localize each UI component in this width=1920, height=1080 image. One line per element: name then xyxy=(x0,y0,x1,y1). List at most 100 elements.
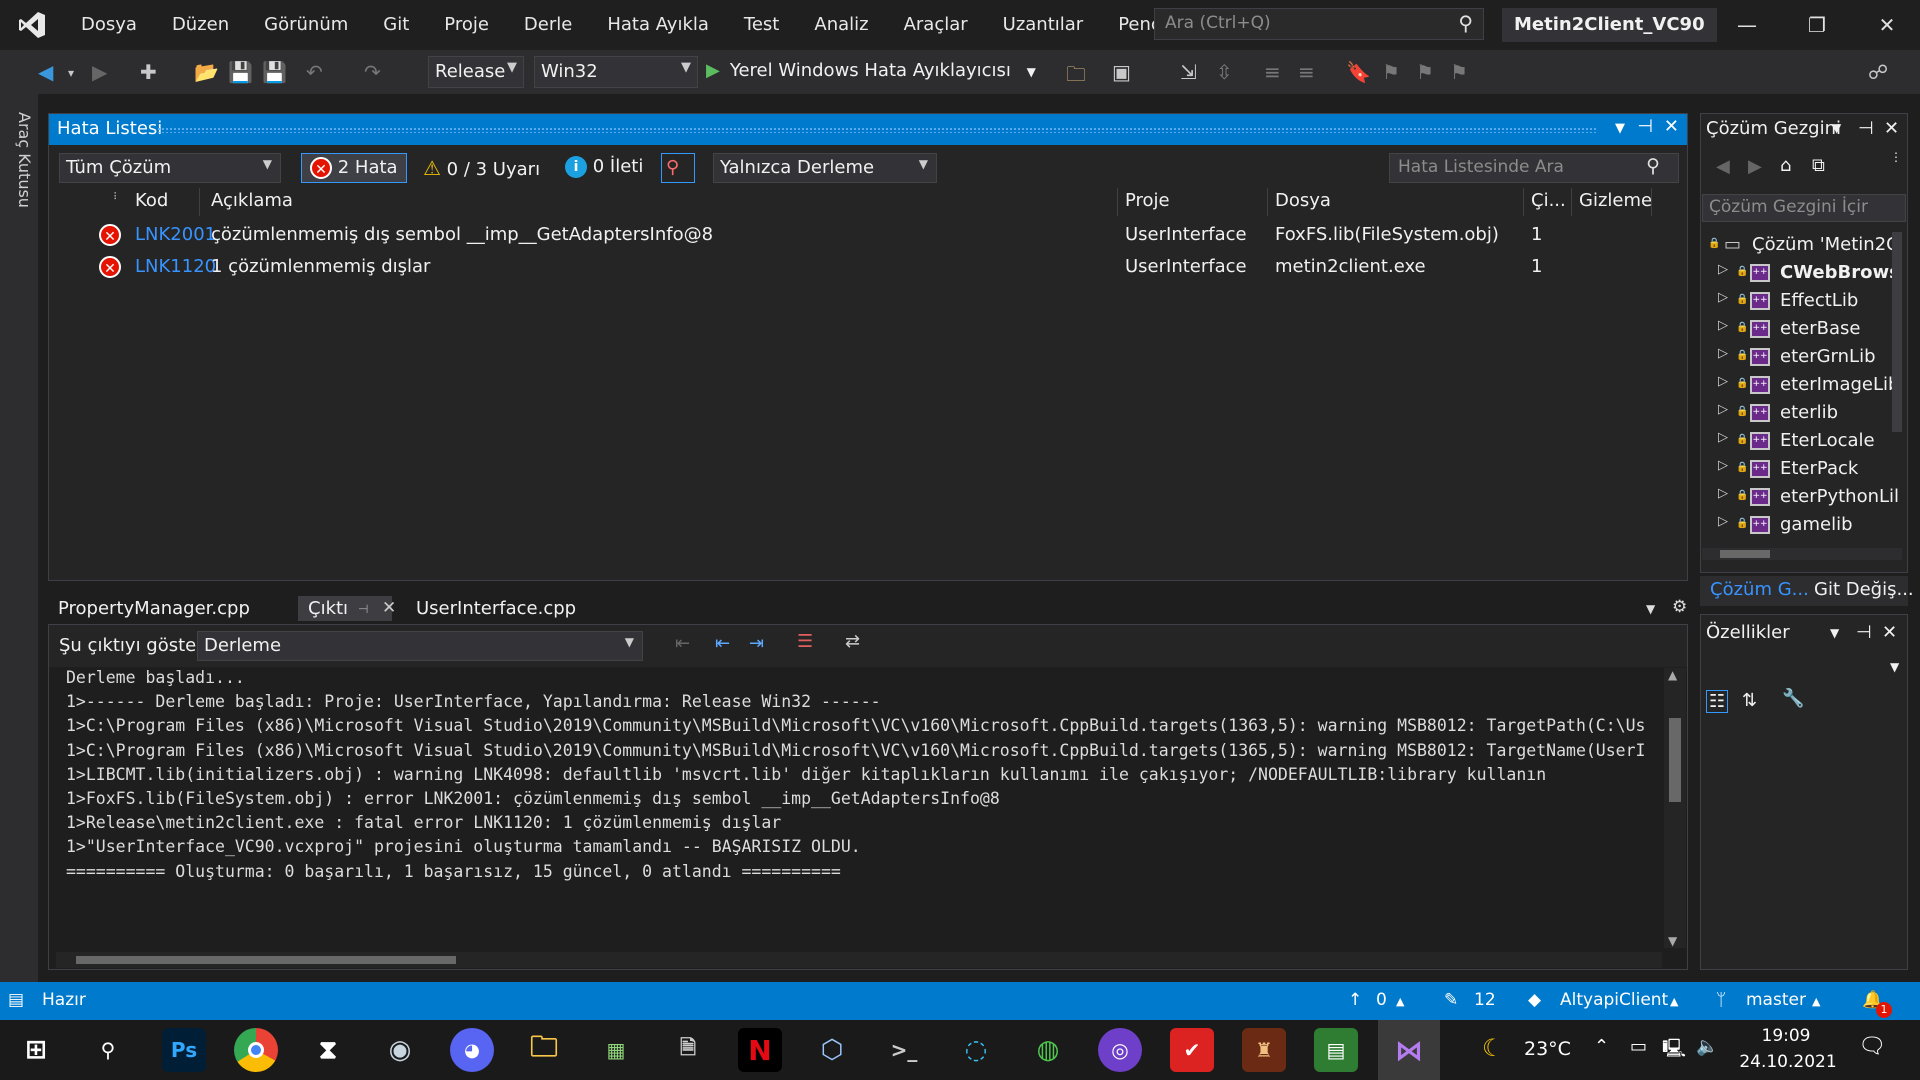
chrome-icon[interactable] xyxy=(234,1028,278,1072)
column-header-line[interactable]: Çi... xyxy=(1531,190,1566,211)
chevron-up-icon[interactable]: ▲ xyxy=(1812,995,1820,1008)
menu-git[interactable]: Git xyxy=(366,0,427,50)
menu-analyze[interactable]: Analiz xyxy=(797,0,886,50)
action-center-icon[interactable]: 🗨 xyxy=(1858,1034,1886,1059)
restore-icon[interactable]: ❐ xyxy=(1782,0,1852,50)
tab-overflow-icon[interactable]: ▼ xyxy=(1646,602,1655,616)
red-app-icon[interactable]: ✔ xyxy=(1170,1028,1214,1072)
expand-icon[interactable]: ▷ xyxy=(1718,318,1728,333)
solution-folder-icon[interactable]: 🗀 xyxy=(1066,60,1086,94)
prev-bookmark-icon[interactable]: ⚑ xyxy=(1382,60,1400,84)
output-source-dropdown[interactable]: Derleme ▼ xyxy=(197,631,643,661)
solution-search-input[interactable]: Çözüm Gezgini İçir xyxy=(1702,194,1906,222)
clock-date[interactable]: 24.10.2021 xyxy=(1738,1052,1838,1072)
close-icon[interactable]: ✕ xyxy=(1664,116,1679,137)
save-icon[interactable]: 💾 xyxy=(228,60,253,84)
switch-views-icon[interactable]: ⧉ xyxy=(1812,155,1825,176)
home-icon[interactable]: ⌂ xyxy=(1780,155,1791,176)
close-icon[interactable]: ✕ xyxy=(1852,0,1920,50)
menu-edit[interactable]: Düzen xyxy=(155,0,247,50)
column-header-project[interactable]: Proje xyxy=(1125,190,1170,211)
branch-name[interactable]: master xyxy=(1746,990,1806,1010)
scrollbar-thumb[interactable] xyxy=(1720,550,1770,558)
clear-bookmarks-icon[interactable]: ⚑ xyxy=(1450,60,1468,84)
menu-project[interactable]: Proje xyxy=(427,0,507,50)
app-installer-icon[interactable]: ▦ xyxy=(594,1028,638,1072)
column-header-code[interactable]: Kod xyxy=(135,190,168,211)
next-bookmark-icon[interactable]: ⚑ xyxy=(1416,60,1434,84)
horizontal-scrollbar[interactable] xyxy=(1702,548,1902,560)
pin-icon[interactable]: ⊣ xyxy=(1856,622,1872,643)
menu-extensions[interactable]: Uzantılar xyxy=(986,0,1102,50)
object-dropdown-icon[interactable]: ▼ xyxy=(1890,660,1899,674)
tab-git-changes[interactable]: Git Değiş... xyxy=(1814,579,1914,600)
scrollbar-thumb[interactable] xyxy=(1669,718,1681,802)
vertical-scrollbar[interactable] xyxy=(1892,232,1902,432)
errors-filter-toggle[interactable]: ✕ 2 Hata xyxy=(301,153,407,183)
pencil-icon[interactable]: ✎ xyxy=(1444,990,1458,1010)
new-project-icon[interactable]: ✚ xyxy=(140,60,157,84)
pin-icon[interactable]: ⊣ xyxy=(1637,116,1653,137)
find-message-icon[interactable]: ⇤ xyxy=(675,633,690,654)
scope-dropdown[interactable]: Tüm Çözüm ▼ xyxy=(59,153,281,183)
virtualbox-icon[interactable]: ⬡ xyxy=(810,1028,854,1072)
warnings-filter-toggle[interactable]: ⚠ 0 / 3 Uyarı xyxy=(415,153,548,183)
uncomment-icon[interactable]: ≡ xyxy=(1298,60,1315,84)
scroll-down-icon[interactable]: ▼ xyxy=(1668,934,1677,948)
scrollbar-thumb[interactable] xyxy=(76,956,456,964)
output-vertical-scrollbar[interactable]: ▲ ▼ xyxy=(1664,668,1686,948)
column-chooser-icon[interactable]: ⠇ xyxy=(113,192,120,203)
expand-icon[interactable]: ▷ xyxy=(1718,374,1728,389)
error-code-link[interactable]: LNK1120 xyxy=(135,256,216,277)
search-input[interactable]: Ara (Ctrl+Q) ⚲ xyxy=(1154,8,1484,40)
error-list-search-input[interactable]: Hata Listesinde Ara ⚲ xyxy=(1389,153,1679,183)
bookmark-icon[interactable]: 🔖 xyxy=(1346,60,1371,84)
steam-icon[interactable]: ◉ xyxy=(378,1028,422,1072)
dropdown-arrow-icon[interactable]: ▾ xyxy=(68,66,74,80)
repository-icon[interactable]: ◆ xyxy=(1528,990,1541,1010)
browser-link-icon[interactable]: ▣ xyxy=(1112,60,1131,84)
terminal-icon[interactable]: >_ xyxy=(882,1028,926,1072)
branch-icon[interactable]: ᛘ xyxy=(1716,990,1726,1010)
edge-dev-icon[interactable]: ◌ xyxy=(954,1028,998,1072)
pin-icon[interactable]: ⊣ xyxy=(358,602,368,616)
search-icon[interactable]: ⚲ xyxy=(86,1028,130,1072)
output-text[interactable]: Derleme başladı... 1>------ Derleme başla… xyxy=(66,666,1662,946)
error-row[interactable]: ✕ LNK1120 1 çözümlenmemiş dışlar UserInt… xyxy=(49,252,1689,284)
tab-property-manager[interactable]: PropertyManager.cpp xyxy=(48,596,260,621)
platform-dropdown[interactable]: Win32 ▼ xyxy=(534,56,698,88)
solution-root[interactable]: 🔒 ▭ Çözüm 'Metin2C xyxy=(1700,232,1900,260)
comment-icon[interactable]: ≡ xyxy=(1264,60,1281,84)
menu-tools[interactable]: Araçlar xyxy=(887,0,986,50)
chevron-up-icon[interactable]: ▲ xyxy=(1670,995,1678,1008)
tab-user-interface[interactable]: UserInterface.cpp xyxy=(406,596,586,621)
output-horizontal-scrollbar[interactable] xyxy=(56,952,1662,968)
prev-message-icon[interactable]: ⇤ xyxy=(715,633,730,654)
open-folder-icon[interactable]: 📂 xyxy=(194,60,219,84)
game-client-icon[interactable]: ♜ xyxy=(1242,1028,1286,1072)
document-viewer-icon[interactable]: 🗎 xyxy=(666,1028,710,1072)
hourglass-app-icon[interactable]: ⧗ xyxy=(306,1028,350,1072)
step-over-icon[interactable]: ⇳ xyxy=(1216,60,1233,84)
property-pages-icon[interactable]: 🔧 xyxy=(1782,688,1804,709)
output-window-icon[interactable]: ▤ xyxy=(8,990,24,1010)
categorized-icon[interactable]: ☷ xyxy=(1706,690,1729,713)
photoshop-icon[interactable]: Ps xyxy=(162,1028,206,1072)
configuration-dropdown[interactable]: Release ▼ xyxy=(428,56,524,88)
clock-time[interactable]: 19:09 xyxy=(1746,1026,1826,1046)
next-message-icon[interactable]: ⇥ xyxy=(749,633,764,654)
menu-view[interactable]: Görünüm xyxy=(247,0,366,50)
more-icon[interactable]: ⋮ xyxy=(1890,150,1902,164)
windows-start-icon[interactable]: ⊞ xyxy=(14,1028,58,1072)
scroll-up-icon[interactable]: ▲ xyxy=(1668,668,1677,682)
expand-icon[interactable]: ▷ xyxy=(1718,458,1728,473)
github-desktop-icon[interactable]: ◎ xyxy=(1098,1028,1142,1072)
alphabetical-icon[interactable]: ⇅ xyxy=(1742,690,1757,711)
navigate-forward-icon[interactable]: ▶ xyxy=(92,60,107,84)
expand-icon[interactable]: ▷ xyxy=(1718,346,1728,361)
file-explorer-icon[interactable]: 🗀 xyxy=(522,1028,566,1072)
back-icon[interactable]: ◀ xyxy=(1716,156,1730,177)
chevron-up-icon[interactable]: ⌃ xyxy=(1594,1036,1609,1057)
error-code-link[interactable]: LNK2001 xyxy=(135,224,216,245)
step-into-icon[interactable]: ⇲ xyxy=(1180,60,1197,84)
